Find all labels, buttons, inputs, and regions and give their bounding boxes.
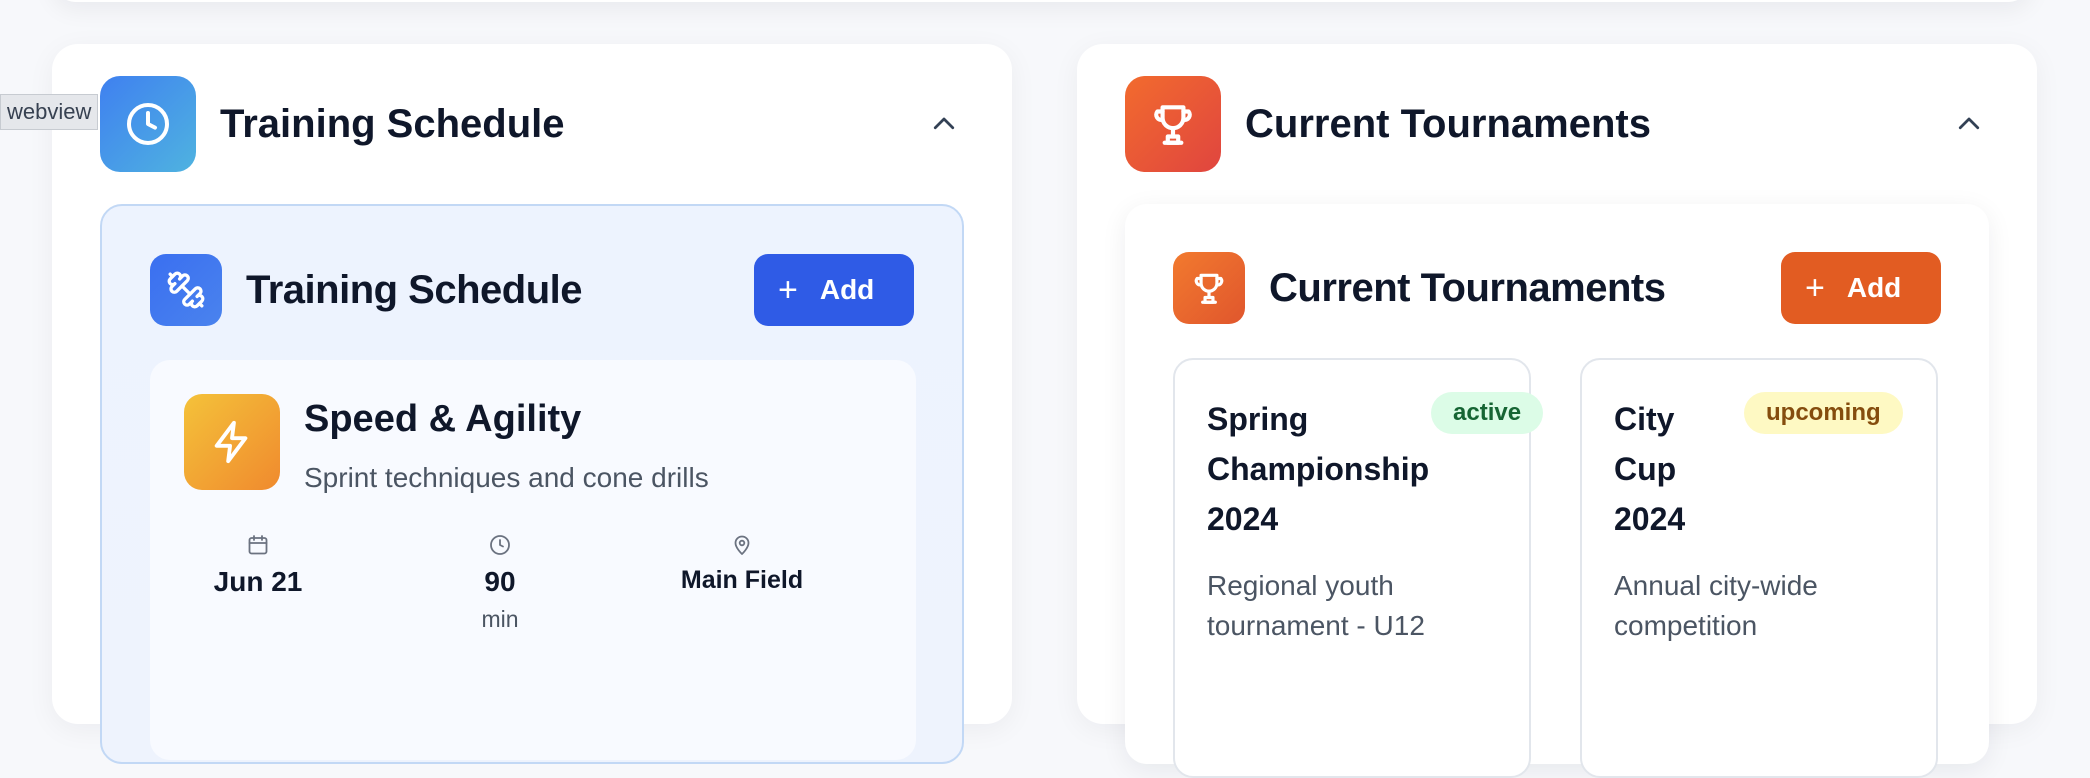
trophy-icon xyxy=(1173,252,1245,324)
training-section-title: Training Schedule xyxy=(246,268,583,312)
tournament-description: Regional youth tournament - U12 xyxy=(1207,566,1425,646)
tournament-name-line: Championship xyxy=(1207,451,1430,487)
map-pin-icon xyxy=(652,530,832,560)
tournament-name-line: Spring xyxy=(1207,401,1309,437)
dumbbell-icon xyxy=(150,254,222,326)
training-panel-header[interactable]: Training Schedule xyxy=(100,76,964,172)
tournament-card[interactable]: City Cup 2024 upcoming Annual city-wide … xyxy=(1580,358,1938,778)
session-duration-value: 90 xyxy=(484,566,516,597)
chevron-up-icon[interactable] xyxy=(1949,104,1989,144)
training-schedule-card: Training Schedule + Add Speed & Agility … xyxy=(100,204,964,764)
tournament-description: Annual city-wide competition xyxy=(1614,566,1818,646)
session-title: Speed & Agility xyxy=(304,398,582,440)
session-location: Main Field xyxy=(652,530,832,595)
clock-icon xyxy=(410,530,590,560)
tournament-name-line: 2024 xyxy=(1207,501,1279,537)
lightning-icon xyxy=(184,394,280,490)
session-duration-unit: min xyxy=(481,606,519,632)
training-panel-title: Training Schedule xyxy=(220,102,565,146)
tournament-name: Spring Championship 2024 xyxy=(1207,394,1429,544)
tournament-description-line: tournament - U12 xyxy=(1207,610,1425,641)
status-badge: upcoming xyxy=(1744,392,1903,434)
plus-icon: + xyxy=(1805,269,1825,307)
training-section-header: Training Schedule + Add xyxy=(150,254,914,326)
status-badge: active xyxy=(1431,392,1544,434)
top-card-edge xyxy=(52,0,2032,2)
tournament-name-line: Cup xyxy=(1614,451,1677,487)
session-date: Jun 21 xyxy=(168,530,348,598)
tournaments-section-title: Current Tournaments xyxy=(1269,266,1666,310)
add-training-label: Add xyxy=(819,274,875,305)
session-location-value: Main Field xyxy=(680,566,804,594)
chevron-up-icon[interactable] xyxy=(924,104,964,144)
add-tournament-label: Add xyxy=(1846,272,1902,303)
add-training-button[interactable]: + Add xyxy=(754,254,914,326)
calendar-icon xyxy=(168,530,348,560)
session-description: Sprint techniques and cone drills xyxy=(304,462,709,493)
webview-label: webview xyxy=(0,94,99,130)
tournaments-section-header: Current Tournaments + Add xyxy=(1173,252,1941,324)
tournament-name-line: 2024 xyxy=(1614,501,1686,537)
session-date-value: Jun 21 xyxy=(213,566,303,597)
session-duration: 90 min xyxy=(410,530,590,633)
tournaments-card: Current Tournaments + Add Spring Champio… xyxy=(1125,204,1989,778)
tournaments-panel-header[interactable]: Current Tournaments xyxy=(1125,76,1989,172)
tournament-description-line: Regional youth xyxy=(1207,570,1394,601)
training-session-card[interactable]: Speed & Agility Sprint techniques and co… xyxy=(150,360,916,760)
tournament-description-line: Annual city-wide xyxy=(1614,570,1818,601)
add-tournament-button[interactable]: + Add xyxy=(1781,252,1941,324)
tournament-name-line: City xyxy=(1614,401,1675,437)
trophy-icon xyxy=(1125,76,1221,172)
tournaments-panel-title: Current Tournaments xyxy=(1245,102,1651,146)
plus-icon: + xyxy=(778,271,798,309)
tournament-name: City Cup 2024 xyxy=(1614,394,1685,544)
clock-icon xyxy=(100,76,196,172)
tournament-description-line: competition xyxy=(1614,610,1758,641)
training-schedule-panel: Training Schedule Training Schedule + Ad… xyxy=(52,44,1012,764)
current-tournaments-panel: Current Tournaments Current Tournaments … xyxy=(1077,44,2037,778)
tournament-card[interactable]: Spring Championship 2024 active Regional… xyxy=(1173,358,1544,778)
